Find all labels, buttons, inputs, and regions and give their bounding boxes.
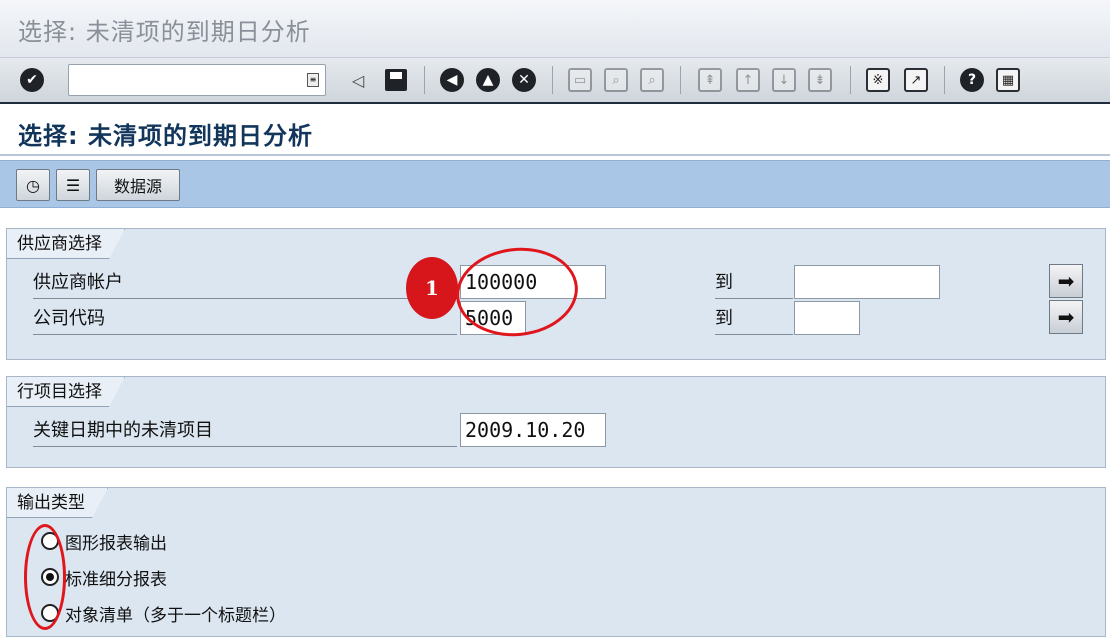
output-option-object-list[interactable]: 对象清单（多于一个标题栏） bbox=[41, 598, 286, 628]
execute-clock-icon[interactable]: ◷ bbox=[16, 169, 50, 201]
vendor-selection-title: 供应商选择 bbox=[7, 229, 125, 259]
output-type-group: 输出类型 图形报表输出 标准细分报表 对象清单（多于一个标题栏） bbox=[6, 487, 1106, 637]
collapse-arrow-icon[interactable]: ◁ bbox=[344, 66, 372, 94]
company-code-label: 公司代码 bbox=[33, 303, 457, 335]
help-icon[interactable]: ? bbox=[958, 66, 986, 94]
key-date-input[interactable]: 2009.10.20 bbox=[460, 413, 606, 447]
enter-check-icon[interactable]: ✔ bbox=[18, 66, 46, 94]
line-item-selection-title: 行项目选择 bbox=[7, 377, 125, 407]
multiple-selection-arrow-icon[interactable]: ➡ bbox=[1049, 264, 1083, 298]
selection-options-icon[interactable]: ☰ bbox=[56, 169, 90, 201]
next-page-icon[interactable]: ↓ bbox=[770, 66, 798, 94]
multiple-selection-arrow-icon[interactable]: ➡ bbox=[1049, 300, 1083, 334]
step-number-badge: 1 bbox=[406, 257, 458, 319]
cancel-icon[interactable]: ✕ bbox=[510, 66, 538, 94]
last-page-icon[interactable]: ⇟ bbox=[806, 66, 834, 94]
screen-title-bar: 选择: 未清项的到期日分析 bbox=[0, 106, 1110, 156]
exit-icon[interactable]: ▲ bbox=[474, 66, 502, 94]
company-code-to-label: 到 bbox=[715, 303, 793, 335]
output-type-title: 输出类型 bbox=[7, 488, 108, 518]
highlight-ring-radios bbox=[24, 524, 66, 630]
back-icon[interactable]: ◀ bbox=[438, 66, 466, 94]
print-icon[interactable]: ▭ bbox=[566, 66, 594, 94]
first-page-icon[interactable]: ⇞ bbox=[696, 66, 724, 94]
page-title: 选择: 未清项的到期日分析 bbox=[18, 122, 313, 150]
layout-menu-icon[interactable]: ▦ bbox=[994, 66, 1022, 94]
line-item-selection-group: 行项目选择 关键日期中的未清项目 2009.10.20 bbox=[6, 376, 1106, 468]
standard-toolbar: ✔ ≡ ◁ ◀ ▲ ✕ ▭ ⌕ ⌕ ⇞ ↑ ↓ ⇟ ※ ↗ ? ▦ bbox=[0, 58, 1110, 104]
vendor-account-label: 供应商帐户 bbox=[33, 267, 457, 299]
vendor-account-to-label: 到 bbox=[715, 267, 793, 299]
window-title-bar: 选择: 未清项的到期日分析 bbox=[0, 0, 1110, 58]
application-toolbar: ◷ ☰ 数据源 bbox=[0, 160, 1110, 208]
company-code-to-input[interactable] bbox=[794, 301, 860, 335]
command-field[interactable]: ≡ bbox=[68, 64, 326, 96]
find-icon[interactable]: ⌕ bbox=[602, 66, 630, 94]
data-source-button[interactable]: 数据源 bbox=[96, 169, 180, 201]
save-icon[interactable] bbox=[382, 66, 410, 94]
find-next-icon[interactable]: ⌕ bbox=[638, 66, 666, 94]
command-input[interactable] bbox=[73, 65, 293, 93]
shortcut-icon[interactable]: ↗ bbox=[902, 66, 930, 94]
window-title: 选择: 未清项的到期日分析 bbox=[18, 18, 311, 46]
key-date-label: 关键日期中的未清项目 bbox=[33, 415, 457, 447]
previous-page-icon[interactable]: ↑ bbox=[734, 66, 762, 94]
new-session-icon[interactable]: ※ bbox=[864, 66, 892, 94]
vendor-account-to-input[interactable] bbox=[794, 265, 940, 299]
command-history-icon[interactable]: ≡ bbox=[307, 73, 319, 87]
